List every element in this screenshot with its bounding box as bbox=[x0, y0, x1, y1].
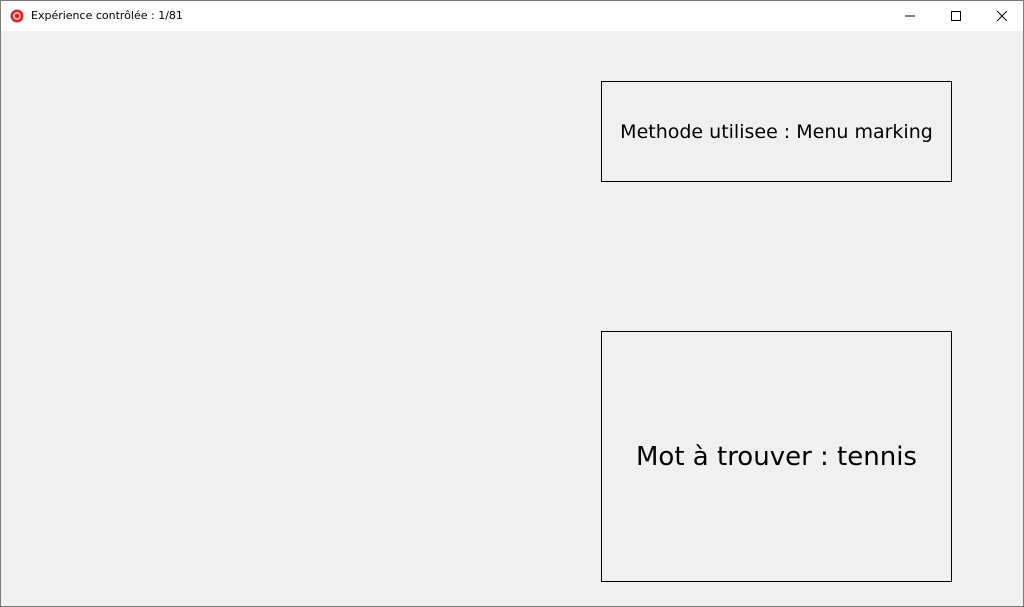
app-icon[interactable] bbox=[10, 9, 24, 23]
maximize-button[interactable] bbox=[933, 1, 979, 31]
window-title: Expérience contrôlée : 1/81 bbox=[31, 9, 183, 22]
app-window: Expérience contrôlée : 1/81 Methode util… bbox=[0, 0, 1024, 607]
target-word-label: Mot à trouver : tennis bbox=[636, 441, 917, 472]
method-panel: Methode utilisee : Menu marking bbox=[601, 81, 952, 182]
method-label: Methode utilisee : Menu marking bbox=[620, 120, 933, 143]
close-button[interactable] bbox=[979, 1, 1024, 31]
target-word-panel: Mot à trouver : tennis bbox=[601, 331, 952, 582]
client-area[interactable]: Methode utilisee : Menu marking Mot à tr… bbox=[1, 31, 1023, 606]
title-bar[interactable]: Expérience contrôlée : 1/81 bbox=[1, 1, 1023, 31]
minimize-button[interactable] bbox=[887, 1, 933, 31]
maximize-icon bbox=[951, 11, 961, 21]
minimize-icon bbox=[905, 15, 915, 17]
close-icon bbox=[997, 11, 1007, 21]
